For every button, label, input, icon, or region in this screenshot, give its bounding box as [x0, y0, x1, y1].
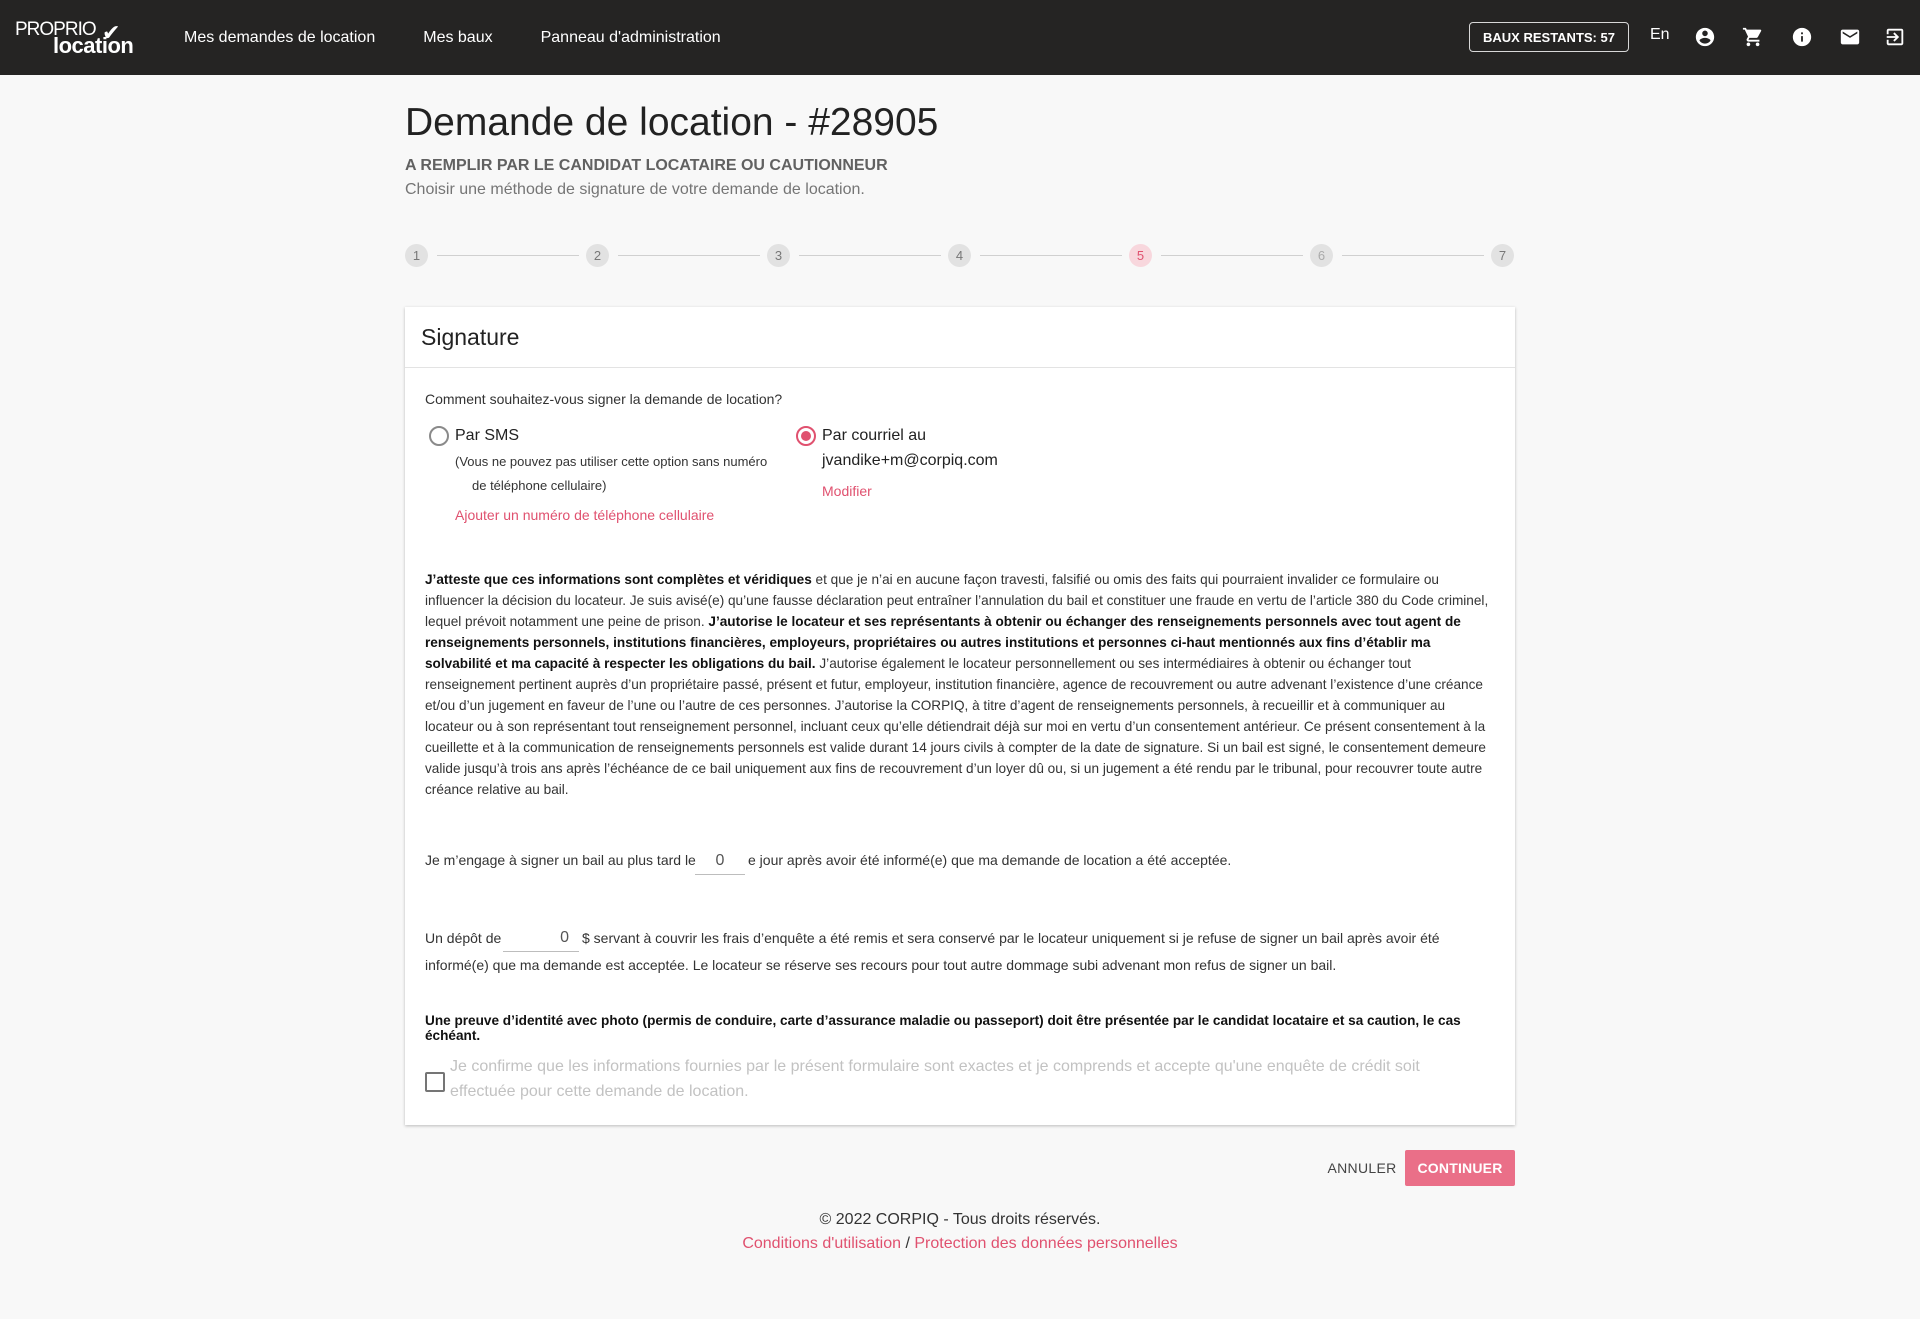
deposit-amount-input[interactable] — [503, 924, 579, 952]
engage-text-after: e jour après avoir été informé(e) que ma… — [748, 852, 1232, 868]
account-circle-icon[interactable] — [1693, 25, 1717, 49]
main-nav: Mes demandes de location Mes baux Pannea… — [184, 0, 769, 75]
page-description: Choisir une méthode de signature de votr… — [405, 181, 865, 198]
engage-text-before: Je m’engage à signer un bail au plus tar… — [425, 852, 696, 868]
step-connector — [799, 255, 941, 256]
email-option-label[interactable]: Par courriel au — [822, 427, 926, 445]
privacy-policy-link[interactable]: Protection des données personnelles — [914, 1235, 1177, 1252]
step-7: 7 — [1491, 244, 1514, 267]
proprio-location-logo[interactable]: PROPRIO ✔ location — [15, 19, 140, 58]
page-subtitle: A REMPLIR PAR LE CANDIDAT LOCATAIRE OU C… — [405, 157, 888, 174]
legal-attestation-text: J’atteste que ces informations sont comp… — [425, 569, 1493, 800]
terms-of-use-link[interactable]: Conditions d'utilisation — [742, 1235, 901, 1252]
step-5-active[interactable]: 5 — [1129, 244, 1152, 267]
sms-option-label[interactable]: Par SMS — [455, 427, 519, 445]
radio-sms[interactable] — [429, 426, 449, 446]
cancel-button[interactable]: ANNULER — [1321, 1150, 1403, 1186]
card-divider — [405, 367, 1515, 368]
step-connector — [980, 255, 1122, 256]
step-connector — [437, 255, 579, 256]
cart-icon[interactable] — [1741, 25, 1765, 49]
confirm-checkbox-label[interactable]: Je confirme que les informations fournie… — [450, 1054, 1460, 1104]
card-title: Signature — [421, 324, 520, 350]
nav-mes-baux[interactable]: Mes baux — [423, 29, 492, 47]
step-connector — [1161, 255, 1303, 256]
page-footer: © 2022 CORPIQ - Tous droits réservés. Co… — [405, 1208, 1515, 1256]
mail-icon[interactable] — [1838, 25, 1862, 49]
legal-text-2: J’autorise également le locateur personn… — [425, 656, 1486, 797]
deposit-text-line2: informé(e) que ma demande est acceptée. … — [425, 957, 1337, 973]
logo-bottom-text: location — [53, 33, 134, 58]
progress-stepper: 1 2 3 4 5 6 7 — [405, 244, 1515, 268]
radio-email[interactable] — [796, 426, 816, 446]
remaining-leases-badge[interactable]: BAUX RESTANTS: 57 — [1469, 22, 1629, 52]
footer-copyright: © 2022 CORPIQ - Tous droits réservés. — [819, 1211, 1101, 1228]
page-title: Demande de location - #28905 — [405, 101, 939, 144]
sms-note-line2: de téléphone cellulaire) — [472, 478, 607, 493]
logout-icon[interactable] — [1883, 25, 1907, 49]
footer-separator: / — [901, 1235, 915, 1252]
continue-button[interactable]: CONTINUER — [1405, 1150, 1515, 1186]
identity-proof-notice: Une preuve d’identité avec photo (permis… — [425, 1013, 1461, 1043]
language-toggle[interactable]: En — [1650, 26, 1670, 44]
step-connector — [1342, 255, 1484, 256]
signature-card: Signature Comment souhaitez-vous signer … — [405, 307, 1515, 1125]
signature-question: Comment souhaitez-vous signer la demande… — [425, 391, 783, 407]
deposit-text-after: $ servant à couvrir les frais d’enquête … — [582, 930, 1440, 946]
step-4[interactable]: 4 — [948, 244, 971, 267]
modify-email-link[interactable]: Modifier — [822, 483, 872, 499]
sms-note-line1: (Vous ne pouvez pas utiliser cette optio… — [455, 454, 768, 469]
step-connector — [618, 255, 760, 256]
step-3[interactable]: 3 — [767, 244, 790, 267]
email-address: jvandike+m@corpiq.com — [822, 452, 998, 469]
step-2[interactable]: 2 — [586, 244, 609, 267]
nav-mes-demandes[interactable]: Mes demandes de location — [184, 29, 375, 47]
confirm-checkbox[interactable] — [425, 1072, 445, 1092]
step-6: 6 — [1310, 244, 1333, 267]
footer-links: Conditions d'utilisation / Protection de… — [405, 1232, 1515, 1256]
info-icon[interactable] — [1790, 25, 1814, 49]
step-1[interactable]: 1 — [405, 244, 428, 267]
add-cell-phone-link[interactable]: Ajouter un numéro de téléphone cellulair… — [455, 507, 714, 523]
nav-panneau-admin[interactable]: Panneau d'administration — [541, 29, 721, 47]
top-navigation-bar: PROPRIO ✔ location Mes demandes de locat… — [0, 0, 1920, 75]
legal-bold-1: J’atteste que ces informations sont comp… — [425, 572, 812, 587]
deposit-text-before: Un dépôt de — [425, 930, 502, 946]
engage-days-input[interactable] — [695, 848, 745, 875]
